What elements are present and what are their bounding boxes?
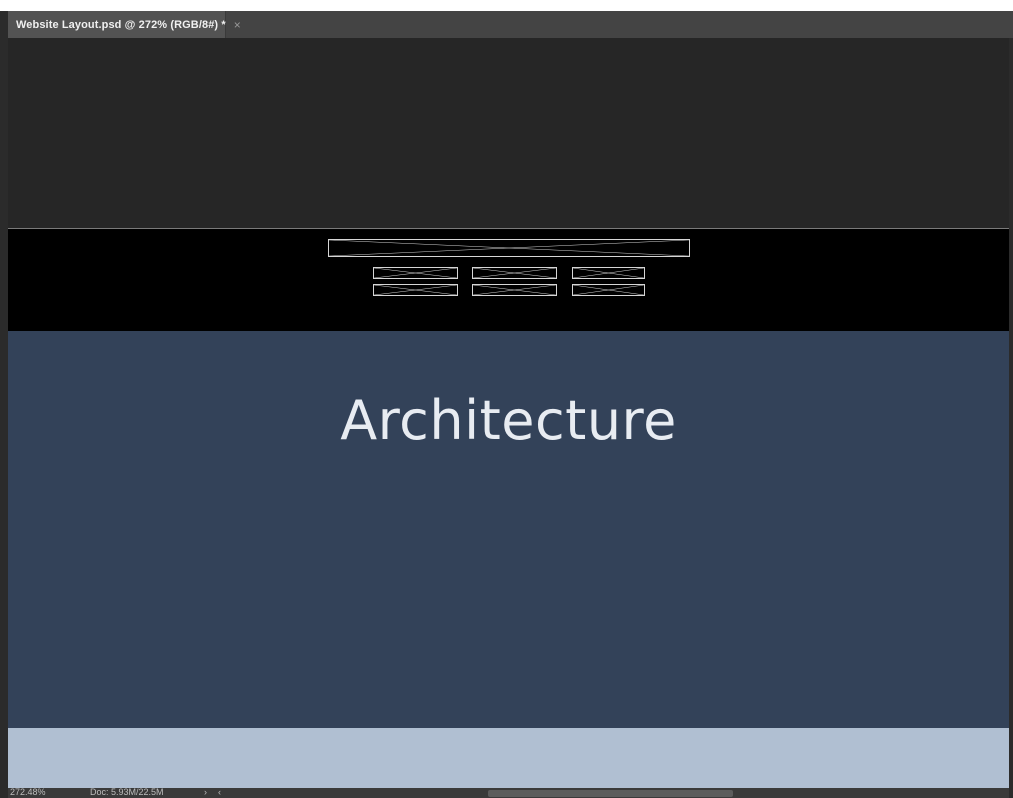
pasteboard-area <box>8 38 1009 229</box>
nav-placeholder-icon <box>373 284 458 296</box>
logo-placeholder-icon <box>328 239 690 257</box>
hero-section: Architecture <box>8 331 1009 728</box>
header-band <box>8 229 1009 331</box>
close-icon[interactable]: × <box>234 19 241 31</box>
document-canvas[interactable]: Architecture <box>8 38 1009 788</box>
nav-placeholder-icon <box>572 284 645 296</box>
document-tab-bar: Website Layout.psd @ 272% (RGB/8#) * × <box>8 11 1013 38</box>
scroll-left-icon[interactable]: ‹ <box>218 788 221 798</box>
hero-title: Architecture <box>340 389 677 452</box>
horizontal-scrollbar-thumb[interactable] <box>488 790 733 797</box>
zoom-level[interactable]: 272.48% <box>10 788 46 798</box>
nav-placeholder-icon <box>572 267 645 279</box>
document-tab-title: Website Layout.psd @ 272% (RGB/8#) * <box>16 18 226 31</box>
document-tab[interactable]: Website Layout.psd @ 272% (RGB/8#) * × <box>8 11 241 38</box>
footer-band <box>8 728 1009 788</box>
status-menu-arrow-icon[interactable]: › <box>204 788 207 798</box>
photoshop-document-window: Website Layout.psd @ 272% (RGB/8#) * × A… <box>0 11 1013 798</box>
vertical-scrollbar[interactable] <box>1009 49 1013 788</box>
nav-placeholder-icon <box>373 267 458 279</box>
document-size-info[interactable]: Doc: 5.93M/22.5M <box>90 788 164 798</box>
nav-placeholder-icon <box>472 284 557 296</box>
nav-placeholder-icon <box>472 267 557 279</box>
status-bar: 272.48% Doc: 5.93M/22.5M › ‹ <box>8 788 1009 798</box>
